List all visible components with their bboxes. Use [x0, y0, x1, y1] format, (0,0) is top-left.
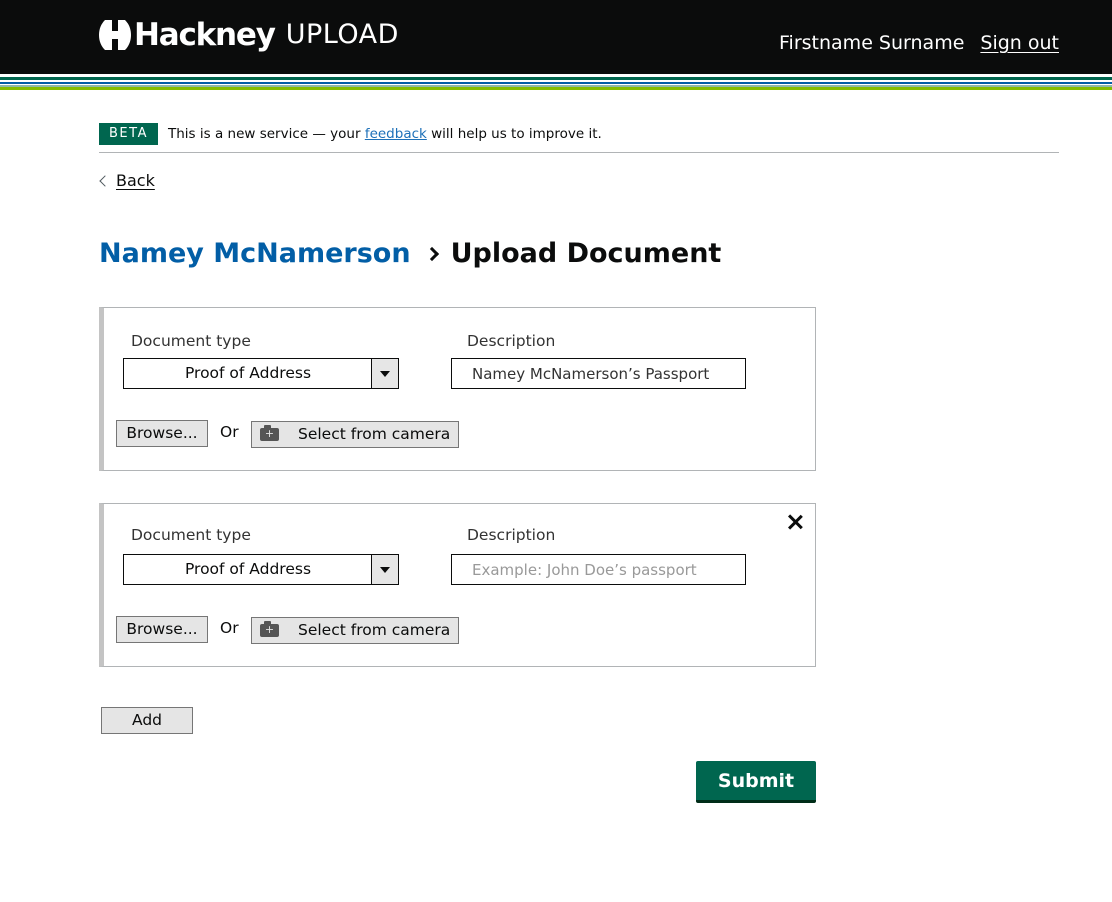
- page-heading: Namey McNamerson Upload Document: [99, 238, 721, 269]
- sign-out-link[interactable]: Sign out: [980, 32, 1059, 54]
- user-name: Firstname Surname: [779, 32, 965, 54]
- document-type-label: Document type: [131, 332, 251, 350]
- description-label: Description: [467, 526, 556, 544]
- description-label: Description: [467, 332, 556, 350]
- beta-text: This is a new service — your feedback wi…: [168, 123, 602, 145]
- or-separator: Or: [220, 619, 239, 637]
- beta-banner: BETA This is a new service — your feedba…: [99, 123, 1059, 153]
- add-document-button[interactable]: Add: [101, 707, 193, 734]
- back-link-label: Back: [116, 171, 155, 190]
- document-card: Document type Proof of Address Descripti…: [99, 307, 816, 471]
- document-type-value: Proof of Address: [184, 364, 312, 382]
- camera-button-label: Select from camera: [298, 425, 451, 443]
- document-type-label: Document type: [131, 526, 251, 544]
- chevron-right-icon: [424, 246, 439, 261]
- browse-button[interactable]: Browse...: [116, 616, 208, 643]
- description-input[interactable]: [451, 358, 746, 389]
- back-link[interactable]: Back: [99, 171, 155, 190]
- browse-button[interactable]: Browse...: [116, 420, 208, 447]
- hackney-logo[interactable]: Hackney UPLOAD: [99, 17, 399, 53]
- beta-text-after: will help us to improve it.: [426, 126, 602, 142]
- chevron-left-icon: [99, 174, 111, 187]
- camera-icon: +: [260, 621, 279, 637]
- header-account: Firstname Surname Sign out: [779, 32, 1059, 54]
- document-card: Document type Proof of Address Descripti…: [99, 503, 816, 667]
- camera-button-label: Select from camera: [298, 621, 451, 639]
- dropdown-arrow-icon: [371, 359, 398, 388]
- close-icon[interactable]: [787, 514, 803, 530]
- document-type-select[interactable]: Proof of Address: [123, 358, 399, 389]
- site-header: Hackney UPLOAD Firstname Surname Sign ou…: [0, 0, 1112, 74]
- feedback-link[interactable]: feedback: [365, 126, 427, 142]
- resident-name-link[interactable]: Namey McNamerson: [99, 238, 411, 269]
- hackney-h-icon: [99, 20, 131, 50]
- service-name: UPLOAD: [285, 19, 399, 50]
- header-stripe-light-green: [0, 87, 1112, 90]
- beta-tag: BETA: [99, 123, 158, 145]
- select-from-camera-button[interactable]: + Select from camera: [251, 421, 459, 448]
- camera-icon: +: [260, 425, 279, 441]
- document-type-select[interactable]: Proof of Address: [123, 554, 399, 585]
- logo-wordmark: Hackney: [134, 17, 276, 53]
- select-from-camera-button[interactable]: + Select from camera: [251, 617, 459, 644]
- document-type-value: Proof of Address: [184, 560, 312, 578]
- dropdown-arrow-icon: [371, 555, 398, 584]
- or-separator: Or: [220, 423, 239, 441]
- page-title: Upload Document: [450, 238, 722, 269]
- submit-button[interactable]: Submit: [696, 761, 816, 803]
- description-input[interactable]: [451, 554, 746, 585]
- beta-text-before: This is a new service — your: [168, 126, 365, 142]
